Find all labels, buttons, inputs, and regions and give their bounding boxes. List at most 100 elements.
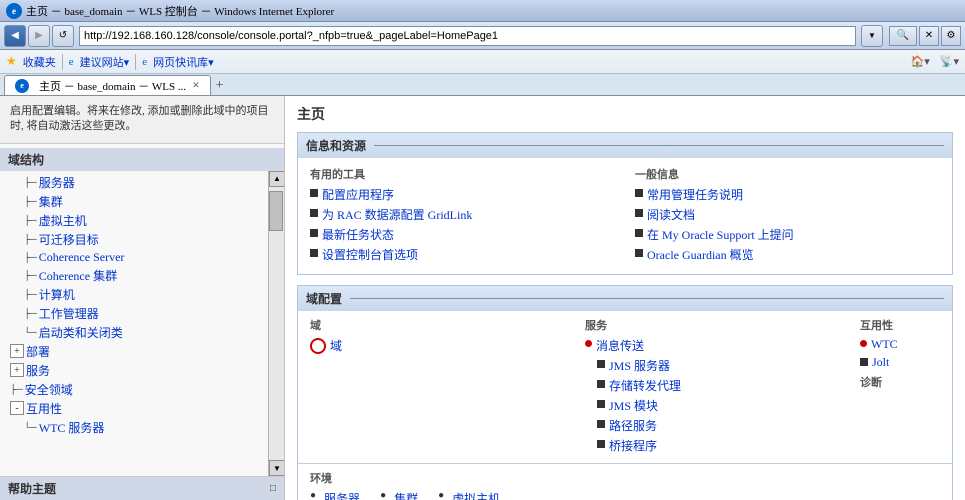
tree-work-managers[interactable]: ├─ 工作管理器 bbox=[0, 304, 268, 323]
browser-titlebar: e 主页 － base_domain － WLS 控制台 － Windows I… bbox=[0, 0, 965, 22]
tree-link-coherence-server[interactable]: Coherence Server bbox=[39, 250, 125, 265]
tree-coherence-server[interactable]: ├─ Coherence Server bbox=[0, 249, 268, 266]
interop-link-wtc[interactable]: WTC bbox=[871, 337, 898, 352]
sidebar-notice-text: 启用配置编辑。将来在修改, 添加或删除此域中的项目时, 将自动激活这些更改。 bbox=[10, 105, 269, 132]
tree-link-machines[interactable]: 计算机 bbox=[39, 286, 75, 303]
tree-link-coherence-cluster[interactable]: Coherence 集群 bbox=[39, 267, 117, 284]
tree-link-virtual-hosts[interactable]: 虚拟主机 bbox=[39, 212, 87, 229]
tool-link-3[interactable]: 最新任务状态 bbox=[322, 226, 394, 243]
general-link-1[interactable]: 常用管理任务说明 bbox=[647, 186, 743, 203]
nav-extras[interactable]: ⚙ bbox=[941, 26, 961, 46]
content-area: 主页 信息和资源 有用的工具 配置应用程序 为 RAC 数据源配置 GridLi… bbox=[285, 96, 965, 500]
svc-link-jms-server[interactable]: JMS 服务器 bbox=[609, 357, 670, 374]
env-cluster: ● 集群 bbox=[380, 490, 418, 500]
scroll-up-arrow[interactable]: ▲ bbox=[269, 171, 284, 187]
tool-link-2[interactable]: 为 RAC 数据源配置 GridLink bbox=[322, 206, 472, 223]
domain-col-title: 域 bbox=[310, 317, 575, 333]
help-title-bar: 帮助主题 □ bbox=[0, 477, 284, 500]
tab-main[interactable]: e 主页 － base_domain － WLS ... ✕ bbox=[4, 75, 211, 95]
tree-servers[interactable]: ├─ 服务器 bbox=[0, 173, 268, 192]
service-store-forward: 存储转发代理 bbox=[585, 377, 850, 394]
tree-link-interop[interactable]: 互用性 bbox=[26, 400, 62, 417]
forward-button[interactable]: ▶ bbox=[28, 25, 50, 47]
tree-link-wtc-server[interactable]: WTC 服务器 bbox=[39, 419, 105, 436]
tree-link-deployments[interactable]: 部署 bbox=[26, 343, 50, 360]
domain-link-item: 域 bbox=[310, 337, 575, 354]
tree-startup-shutdown[interactable]: └─ 启动类和关闭类 bbox=[0, 323, 268, 342]
general-item-2: 阅读文档 bbox=[635, 206, 940, 223]
fav-item-1[interactable]: 建议网站▾ bbox=[80, 54, 130, 70]
svc-link-path[interactable]: 路径服务 bbox=[609, 417, 657, 434]
rss-button[interactable]: 📡▾ bbox=[940, 55, 959, 68]
tab-close-button[interactable]: ✕ bbox=[192, 80, 200, 91]
search-button[interactable]: 🔍 bbox=[889, 26, 917, 46]
tree-bullet-migratable: ├─ bbox=[24, 234, 37, 244]
env-link-virtual-host[interactable]: 虚拟主机 bbox=[452, 490, 500, 500]
general-link-2[interactable]: 阅读文档 bbox=[647, 206, 695, 223]
tree-link-servers[interactable]: 服务器 bbox=[39, 174, 75, 191]
tree-link-clusters[interactable]: 集群 bbox=[39, 193, 63, 210]
back-button[interactable]: ◀ bbox=[4, 25, 26, 47]
domain-config-section: 域配置 域 域 服务 消息传送 bbox=[297, 285, 953, 500]
tree-wtc-server[interactable]: └─ WTC 服务器 bbox=[0, 418, 268, 437]
general-bullet-2 bbox=[635, 209, 643, 217]
interop-link-jolt[interactable]: Jolt bbox=[872, 355, 889, 370]
tree-machines[interactable]: ├─ 计算机 bbox=[0, 285, 268, 304]
tree-coherence-cluster[interactable]: ├─ Coherence 集群 bbox=[0, 266, 268, 285]
expand-deployments[interactable]: + bbox=[10, 344, 24, 358]
sidebar-scrollbar[interactable]: ▲ ▼ bbox=[268, 171, 284, 476]
tree-virtual-hosts[interactable]: ├─ 虚拟主机 bbox=[0, 211, 268, 230]
refresh-stop[interactable]: ✕ bbox=[919, 26, 939, 46]
tree-security[interactable]: ├─ 安全领域 bbox=[0, 380, 268, 399]
domain-link[interactable]: 域 bbox=[330, 337, 342, 354]
svc-bullet-6 bbox=[597, 440, 605, 448]
fav-item-2[interactable]: 网页快讯库▾ bbox=[153, 54, 214, 70]
general-item-1: 常用管理任务说明 bbox=[635, 186, 940, 203]
fav-separator bbox=[62, 54, 63, 70]
help-collapse-button[interactable]: □ bbox=[270, 483, 276, 494]
scroll-down-arrow[interactable]: ▼ bbox=[269, 460, 284, 476]
tab-icon: e bbox=[15, 79, 29, 93]
info-section-title: 信息和资源 bbox=[306, 137, 366, 154]
refresh-button[interactable]: ↺ bbox=[52, 25, 74, 47]
domain-config-title: 域配置 bbox=[306, 290, 342, 307]
tool-link-4[interactable]: 设置控制台首选项 bbox=[322, 246, 418, 263]
tree-deployments[interactable]: + 部署 bbox=[0, 342, 268, 361]
tree-link-security[interactable]: 安全领域 bbox=[25, 381, 73, 398]
page-title: 主页 bbox=[297, 104, 953, 124]
general-link-4[interactable]: Oracle Guardian 概览 bbox=[647, 246, 754, 263]
scroll-thumb[interactable] bbox=[269, 191, 283, 231]
tool-bullet-3 bbox=[310, 229, 318, 237]
tree-link-services[interactable]: 服务 bbox=[26, 362, 50, 379]
tree-migratable-targets[interactable]: ├─ 可迁移目标 bbox=[0, 230, 268, 249]
svc-link-messaging[interactable]: 消息传送 bbox=[596, 337, 644, 354]
go-button[interactable]: ▼ bbox=[861, 25, 883, 47]
expand-services[interactable]: + bbox=[10, 363, 24, 377]
svc-link-store-forward[interactable]: 存储转发代理 bbox=[609, 377, 681, 394]
help-title-text: 帮助主题 bbox=[8, 480, 56, 497]
svc-bullet-1 bbox=[585, 340, 592, 347]
tree-interop[interactable]: - 互用性 bbox=[0, 399, 268, 418]
svc-link-bridge[interactable]: 桥接程序 bbox=[609, 437, 657, 454]
address-bar[interactable] bbox=[79, 26, 856, 46]
tree-link-startup-shutdown[interactable]: 启动类和关闭类 bbox=[39, 324, 123, 341]
tree-link-work-managers[interactable]: 工作管理器 bbox=[39, 305, 99, 322]
expand-interop[interactable]: - bbox=[10, 401, 24, 415]
env-link-server[interactable]: 服务器 bbox=[324, 490, 360, 500]
svc-link-jms-module[interactable]: JMS 模块 bbox=[609, 397, 658, 414]
interop-diag-column: 互用性 WTC Jolt 诊断 bbox=[860, 317, 940, 457]
tree-bullet-virtual-hosts: ├─ bbox=[24, 215, 37, 225]
env-link-cluster[interactable]: 集群 bbox=[394, 490, 418, 500]
tree-clusters[interactable]: ├─ 集群 bbox=[0, 192, 268, 211]
tree-services[interactable]: + 服务 bbox=[0, 361, 268, 380]
tool-link-1[interactable]: 配置应用程序 bbox=[322, 186, 394, 203]
general-link-3[interactable]: 在 My Oracle Support 上提问 bbox=[647, 226, 794, 243]
new-tab-button[interactable]: + bbox=[211, 77, 229, 95]
favorites-label[interactable]: 收藏夹 bbox=[23, 54, 56, 70]
diagnostics-col: 诊断 bbox=[860, 374, 940, 390]
home-button[interactable]: 🏠▾ bbox=[911, 55, 930, 68]
interop-col-title: 互用性 bbox=[860, 317, 940, 333]
favorites-bar: ★ 收藏夹 e 建议网站▾ e 网页快讯库▾ 🏠▾ 📡▾ bbox=[0, 50, 965, 74]
tree-link-migratable-targets[interactable]: 可迁移目标 bbox=[39, 231, 99, 248]
general-item-3: 在 My Oracle Support 上提问 bbox=[635, 226, 940, 243]
